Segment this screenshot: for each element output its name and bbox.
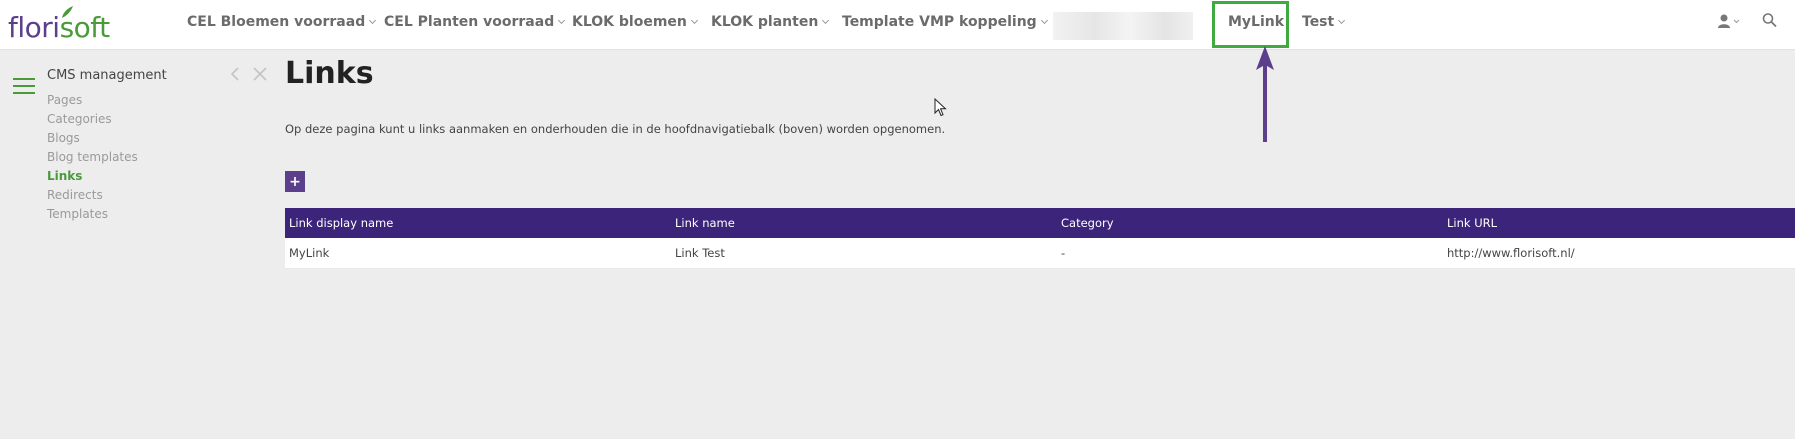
chevron-down-icon	[1338, 16, 1346, 24]
nav-klok-bloemen[interactable]: KLOK bloemen	[572, 14, 698, 30]
cell-category: -	[1061, 246, 1066, 260]
nav-template-vmp-koppeling[interactable]: Template VMP koppeling	[842, 14, 1048, 30]
chevron-down-icon	[558, 16, 566, 24]
user-icon	[1718, 14, 1740, 28]
page-description: Op deze pagina kunt u links aanmaken en …	[285, 122, 946, 136]
cell-link-url: http://www.florisoft.nl/	[1447, 246, 1575, 260]
column-header-link-name[interactable]: Link name	[671, 216, 1057, 230]
sidebar-item-redirects[interactable]: Redirects	[47, 187, 138, 206]
sidebar-item-pages[interactable]: Pages	[47, 92, 138, 111]
logo-text-part1: flori	[8, 11, 60, 44]
sidebar-item-templates[interactable]: Templates	[47, 206, 138, 225]
close-icon	[253, 67, 267, 81]
nav-cel-planten-voorraad[interactable]: CEL Planten voorraad	[384, 14, 566, 30]
links-table: Link display name Link name Category Lin…	[285, 208, 1795, 269]
nav-label: CEL Bloemen voorraad	[187, 14, 366, 30]
nav-cel-bloemen-voorraad[interactable]: CEL Bloemen voorraad	[187, 14, 377, 30]
redacted-nav-item	[1053, 12, 1193, 40]
nav-test[interactable]: Test	[1302, 14, 1346, 30]
chevron-down-icon	[690, 16, 698, 24]
logo-leaf-icon	[62, 6, 73, 18]
annotation-arrow-up-icon	[1256, 46, 1274, 142]
column-header-link-url[interactable]: Link URL	[1443, 216, 1795, 230]
top-navigation-bar: flori soft CEL Bloemen voorraad CEL Plant…	[0, 0, 1795, 50]
cell-link-display-name: MyLink	[289, 246, 330, 260]
column-header-category[interactable]: Category	[1057, 216, 1443, 230]
user-menu-button[interactable]	[1717, 12, 1743, 36]
chevron-left-icon	[230, 67, 239, 81]
hamburger-menu-icon[interactable]	[13, 78, 35, 94]
sidebar-item-categories[interactable]: Categories	[47, 111, 138, 130]
sidebar-nav: Pages Categories Blogs Blog templates Li…	[47, 92, 138, 225]
chevron-down-icon	[1040, 16, 1048, 24]
chevron-down-icon	[822, 16, 830, 24]
nav-label: Test	[1302, 14, 1335, 30]
search-icon	[1762, 13, 1777, 28]
add-link-button[interactable]: +	[285, 171, 305, 192]
nav-label: KLOK bloemen	[572, 14, 687, 30]
search-button[interactable]	[1762, 12, 1778, 34]
table-row[interactable]: MyLink Link Test - http://www.florisoft.…	[285, 238, 1795, 269]
column-header-link-display-name[interactable]: Link display name	[285, 216, 671, 230]
nav-label: Template VMP koppeling	[842, 14, 1037, 30]
sidebar-item-links[interactable]: Links	[47, 168, 138, 187]
highlight-annotation-box	[1212, 1, 1289, 48]
close-sidebar-button[interactable]	[252, 66, 268, 87]
page-title: Links	[285, 56, 374, 91]
cell-link-name: Link Test	[675, 246, 725, 260]
nav-klok-planten[interactable]: KLOK planten	[711, 14, 830, 30]
chevron-down-icon	[369, 16, 377, 24]
florisoft-logo[interactable]: flori soft	[8, 4, 110, 44]
nav-label: KLOK planten	[711, 14, 819, 30]
sidebar-item-blog-templates[interactable]: Blog templates	[47, 149, 138, 168]
nav-label: CEL Planten voorraad	[384, 14, 555, 30]
collapse-sidebar-button[interactable]	[230, 66, 240, 87]
mouse-cursor-icon	[934, 98, 947, 117]
table-header-row: Link display name Link name Category Lin…	[285, 208, 1795, 238]
sidebar-item-blogs[interactable]: Blogs	[47, 130, 138, 149]
sidebar-title: CMS management	[47, 68, 167, 83]
